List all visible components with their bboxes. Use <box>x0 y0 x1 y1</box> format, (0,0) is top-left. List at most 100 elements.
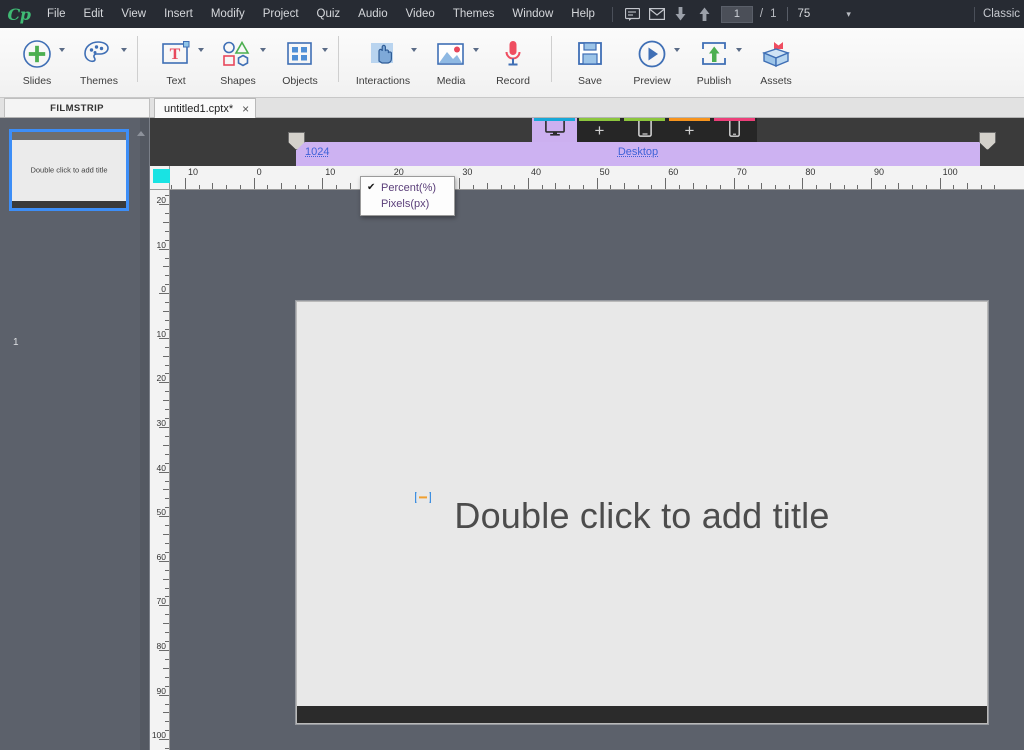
dropdown-item-percent[interactable]: ✔ Percent(%) <box>361 180 454 196</box>
breakpoint-handle-right[interactable] <box>979 132 996 150</box>
ruler-tick-label: 70 <box>736 167 747 177</box>
ruler-tick-label: 30 <box>462 167 473 177</box>
zoom-level-value[interactable]: 75 <box>798 8 811 20</box>
ruler-minor-tick <box>165 632 169 634</box>
toolbar-button-text[interactable]: T Text <box>145 28 207 96</box>
toolbar-button-shapes[interactable]: Shapes <box>207 28 269 96</box>
filmstrip-slide-1[interactable]: Double click to add title <box>9 129 129 211</box>
chevron-up-icon[interactable] <box>137 131 145 136</box>
toolbar-button-slides[interactable]: Slides <box>6 28 68 96</box>
tab-filmstrip[interactable]: FILMSTRIP <box>4 98 150 117</box>
toolbar-label-assets: Assets <box>760 75 792 87</box>
device-tab-tablet[interactable] <box>622 118 667 142</box>
slide-title-placeholder[interactable]: Double click to add title <box>297 495 987 537</box>
ruler-major-tick <box>665 178 667 189</box>
ruler-minor-tick <box>267 185 269 189</box>
menu-file[interactable]: File <box>38 0 75 28</box>
current-slide-field[interactable]: 1 <box>720 5 753 23</box>
toolbar-button-preview[interactable]: Preview <box>621 28 683 96</box>
ruler-tick-label: 80 <box>805 167 816 177</box>
plus-circle-icon <box>22 34 52 74</box>
menu-audio[interactable]: Audio <box>349 0 396 28</box>
ruler-minor-tick <box>165 721 169 723</box>
slide-stage[interactable]: Double click to add title <box>296 301 988 724</box>
chevron-down-icon[interactable] <box>411 48 417 52</box>
chevron-down-icon[interactable] <box>59 48 65 52</box>
ruler-minor-tick <box>165 453 169 455</box>
ruler-major-tick <box>528 178 529 189</box>
ruler-minor-tick <box>165 195 169 197</box>
chevron-down-icon[interactable] <box>473 48 479 52</box>
menu-view[interactable]: View <box>112 0 155 28</box>
toolbar-button-assets[interactable]: Assets <box>745 28 807 96</box>
toolbar-button-interactions[interactable]: Interactions <box>346 28 420 96</box>
toolbar-button-objects[interactable]: Objects <box>269 28 331 96</box>
vertical-ruler[interactable]: 20 10 0 10 20 30 40 50 60 70 80 90 100 <box>150 190 170 750</box>
ruler-origin-marker[interactable] <box>153 169 171 183</box>
device-tab-add-2[interactable]: + <box>667 118 712 142</box>
workspace-label[interactable]: Classic <box>983 8 1020 20</box>
menu-project[interactable]: Project <box>254 0 308 28</box>
toolbar-button-themes[interactable]: Themes <box>68 28 130 96</box>
horizontal-ruler[interactable]: 10 0 10 20 30 40 50 60 70 80 90 100 <box>170 166 1024 190</box>
close-icon[interactable]: × <box>242 103 249 115</box>
device-tab-mobile[interactable] <box>712 118 757 142</box>
menu-video[interactable]: Video <box>397 0 444 28</box>
chevron-down-icon[interactable] <box>322 48 328 52</box>
slide-footer-band <box>297 706 987 723</box>
ruler-minor-tick <box>165 676 169 678</box>
menu-quiz[interactable]: Quiz <box>308 0 350 28</box>
ruler-minor-tick <box>651 185 653 189</box>
objects-grid-icon <box>286 34 314 74</box>
slide-separator: / <box>759 8 764 20</box>
toolbar-button-save[interactable]: Save <box>559 28 621 96</box>
menu-window[interactable]: Window <box>503 0 562 28</box>
toolbar-button-record[interactable]: Record <box>482 28 544 96</box>
ruler-unit-dropdown[interactable]: ✔ Percent(%) Pixels(px) <box>360 176 455 216</box>
menu-insert[interactable]: Insert <box>155 0 202 28</box>
ruler-minor-tick <box>637 185 639 189</box>
upload-arrow-icon[interactable] <box>693 0 717 28</box>
ruler-minor-tick <box>829 183 831 189</box>
comments-icon[interactable] <box>621 0 645 28</box>
device-tab-desktop[interactable] <box>532 118 577 142</box>
menu-edit[interactable]: Edit <box>75 0 113 28</box>
ruler-tick-label: 0 <box>256 167 262 177</box>
chevron-down-icon[interactable] <box>260 48 266 52</box>
menu-help[interactable]: Help <box>562 0 604 28</box>
ruler-minor-tick <box>165 569 169 571</box>
ruler-major-tick <box>459 178 461 189</box>
ruler-minor-tick <box>582 185 584 189</box>
chevron-down-icon[interactable] <box>121 48 127 52</box>
ruler-minor-tick <box>165 391 169 393</box>
ruler-major-tick <box>733 178 735 189</box>
chevron-down-icon[interactable] <box>674 48 680 52</box>
chevron-down-icon[interactable] <box>736 48 742 52</box>
panel-tab-strip: FILMSTRIP untitled1.cptx* × <box>0 98 1024 118</box>
download-arrow-icon[interactable] <box>669 0 693 28</box>
ruler-minor-tick <box>165 346 169 348</box>
ruler-minor-tick <box>163 355 169 357</box>
toolbar-label-shapes: Shapes <box>220 75 256 87</box>
toolbar-button-publish[interactable]: Publish <box>683 28 745 96</box>
filmstrip-scrollbar[interactable] <box>140 118 149 750</box>
email-icon[interactable] <box>645 0 669 28</box>
ruler-minor-tick <box>980 185 982 189</box>
menu-modify[interactable]: Modify <box>202 0 254 28</box>
ruler-corner-box[interactable] <box>150 166 171 190</box>
total-slides-label: 1 <box>770 8 777 20</box>
menu-themes[interactable]: Themes <box>444 0 504 28</box>
tab-document[interactable]: untitled1.cptx* × <box>154 98 257 118</box>
ruler-minor-tick <box>788 185 790 189</box>
zoom-dropdown-caret-icon[interactable]: ▾ <box>846 9 851 20</box>
ruler-minor-tick <box>720 185 722 189</box>
ruler-minor-tick <box>163 534 169 536</box>
dropdown-item-pixels[interactable]: Pixels(px) <box>361 196 454 212</box>
toolbar-button-media[interactable]: Media <box>420 28 482 96</box>
chevron-down-icon[interactable] <box>198 48 204 52</box>
device-tab-add-1[interactable]: + <box>577 118 622 142</box>
slide-canvas-area[interactable]: Double click to add title <box>170 190 1024 750</box>
tab-document-label: untitled1.cptx* <box>164 102 234 115</box>
breakpoint-name-label[interactable]: Desktop <box>296 146 980 158</box>
assets-box-icon <box>761 34 791 74</box>
